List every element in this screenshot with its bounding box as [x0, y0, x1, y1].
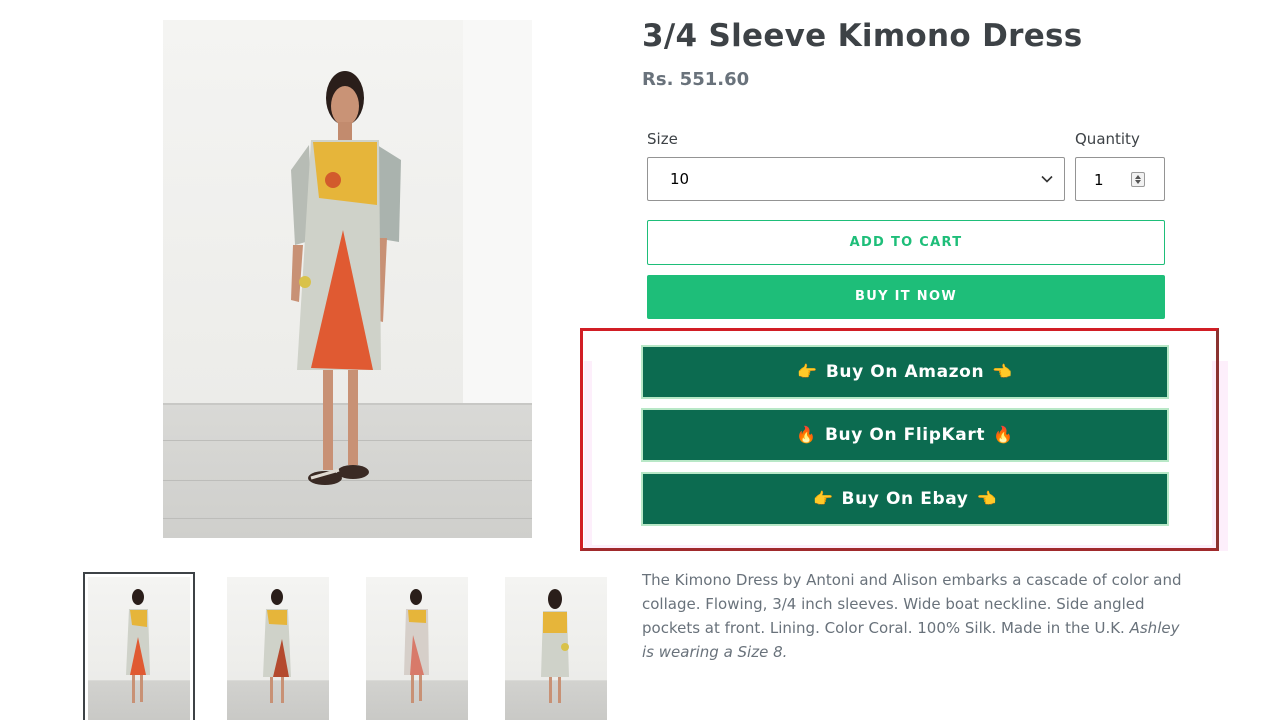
thumbnail-figure	[126, 589, 150, 703]
quantity-label: Quantity	[1075, 130, 1140, 148]
product-price: Rs. 551.60	[642, 69, 750, 90]
description-text: The Kimono Dress by Antoni and Alison em…	[642, 571, 1182, 637]
product-title: 3/4 Sleeve Kimono Dress	[642, 18, 1083, 54]
quantity-input[interactable]: 1	[1075, 157, 1165, 201]
pointing-left-icon: 👈	[976, 489, 997, 508]
buy-on-flipkart-button[interactable]: 🔥 Buy On FlipKart 🔥	[641, 408, 1169, 462]
buy-on-amazon-button[interactable]: 👉 Buy On Amazon 👈	[641, 345, 1169, 399]
pointing-right-icon: 👉	[797, 362, 818, 381]
thumbnail-figure	[263, 589, 291, 703]
marketplace-button-label: Buy On FlipKart	[824, 425, 986, 445]
chevron-down-icon	[1041, 175, 1053, 183]
thumbnail-figure	[404, 589, 429, 703]
buy-it-now-button[interactable]: BUY IT NOW	[647, 275, 1165, 319]
product-main-image[interactable]	[163, 20, 532, 538]
stepper-up-icon[interactable]	[1135, 175, 1141, 179]
pointing-left-icon: 👈	[992, 362, 1013, 381]
stepper-down-icon[interactable]	[1135, 180, 1141, 184]
quantity-value: 1	[1094, 171, 1104, 189]
add-to-cart-button[interactable]: ADD TO CART	[647, 220, 1165, 265]
quantity-stepper[interactable]	[1131, 172, 1145, 187]
fire-icon: 🔥	[796, 425, 817, 444]
thumbnail-1[interactable]	[83, 572, 195, 720]
product-description: The Kimono Dress by Antoni and Alison em…	[642, 568, 1182, 664]
thumbnail-figure	[541, 589, 569, 703]
thumbnail-2[interactable]	[227, 577, 329, 720]
pointing-right-icon: 👉	[812, 489, 834, 508]
marketplace-button-label: Buy On Amazon	[825, 362, 985, 382]
buy-on-ebay-button[interactable]: 👉 Buy On Ebay 👈	[641, 472, 1169, 526]
size-label: Size	[647, 130, 678, 148]
thumbnail-3[interactable]	[366, 577, 468, 720]
fire-icon: 🔥	[993, 425, 1014, 444]
size-select-value: 10	[670, 170, 690, 188]
thumbnail-4[interactable]	[505, 577, 607, 720]
marketplace-button-label: Buy On Ebay	[841, 489, 969, 509]
size-select[interactable]: 10	[647, 157, 1065, 201]
model-figure	[291, 71, 401, 485]
